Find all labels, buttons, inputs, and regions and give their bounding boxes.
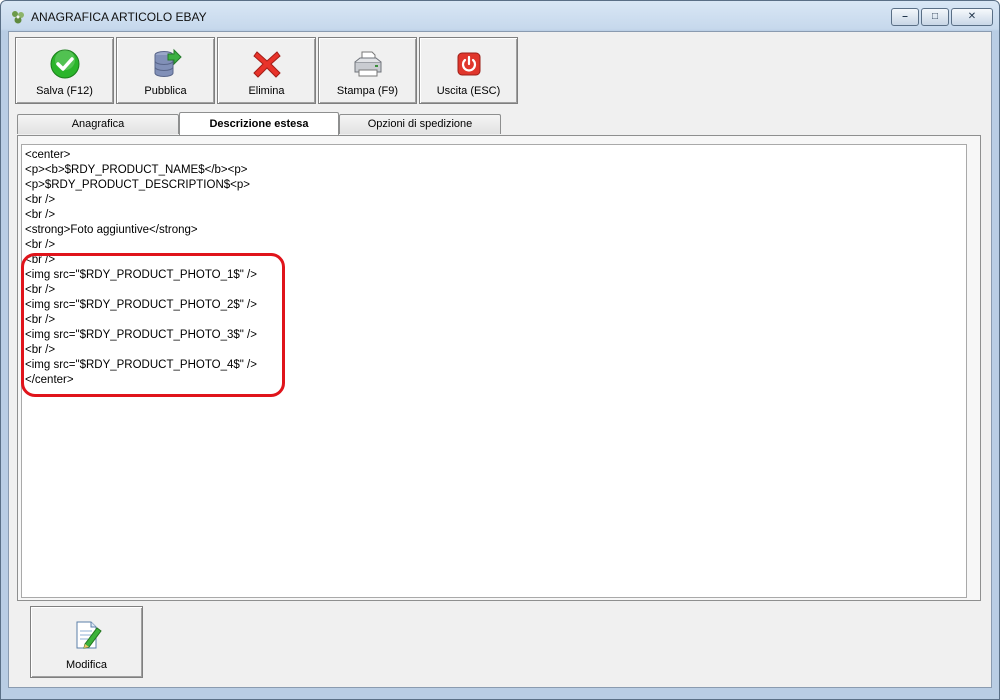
toolbar: Salva (F12) Pubblica Elimina Stampa (F9)… xyxy=(15,37,518,104)
code-line: <p><b>$RDY_PRODUCT_NAME$</b><p> xyxy=(25,164,248,176)
exit-button[interactable]: Uscita (ESC) xyxy=(419,37,518,104)
tab-descrizione-estesa[interactable]: Descrizione estesa xyxy=(179,112,339,135)
exit-label: Uscita (ESC) xyxy=(436,85,501,97)
close-button[interactable]: ✕ xyxy=(951,8,993,26)
code-line: <br /> xyxy=(25,239,56,251)
client-area: Salva (F12) Pubblica Elimina Stampa (F9)… xyxy=(8,31,992,688)
print-label: Stampa (F9) xyxy=(336,85,399,97)
edit-label: Modifica xyxy=(66,659,107,671)
minimize-button[interactable]: – xyxy=(891,8,919,26)
window-title: ANAGRAFICA ARTICOLO EBAY xyxy=(31,10,207,24)
publish-button[interactable]: Pubblica xyxy=(116,37,215,104)
edit-document-icon xyxy=(76,621,102,649)
caption-buttons: – □ ✕ xyxy=(891,8,993,26)
database-export-icon xyxy=(154,48,182,77)
code-line: </center> xyxy=(25,374,74,386)
publish-label: Pubblica xyxy=(144,85,187,97)
app-icon xyxy=(12,11,24,24)
tab-anagrafica[interactable]: Anagrafica xyxy=(17,114,179,134)
delete-button[interactable]: Elimina xyxy=(217,37,316,104)
code-line: <br /> xyxy=(25,314,56,326)
save-button[interactable]: Salva (F12) xyxy=(15,37,114,104)
code-line: <br /> xyxy=(25,194,56,206)
print-button[interactable]: Stampa (F9) xyxy=(318,37,417,104)
description-editor[interactable]: <center> <p><b>$RDY_PRODUCT_NAME$</b><p> <… xyxy=(21,144,967,598)
code-line: <img src="$RDY_PRODUCT_PHOTO_1$" /> xyxy=(25,269,257,281)
tab-opzioni-spedizione[interactable]: Opzioni di spedizione xyxy=(339,114,501,134)
code-line: <br /> xyxy=(25,344,56,356)
code-line: <strong>Foto aggiuntive</strong> xyxy=(25,224,198,236)
code-line: <br /> xyxy=(25,284,56,296)
code-line: <br /> xyxy=(25,254,56,266)
title-bar[interactable]: ANAGRAFICA ARTICOLO EBAY – □ ✕ xyxy=(1,1,999,31)
code-line: <br /> xyxy=(25,209,56,221)
delete-label: Elimina xyxy=(248,85,285,97)
delete-x-icon xyxy=(252,51,281,78)
code-line: <p>$RDY_PRODUCT_DESCRIPTION$<p> xyxy=(25,179,250,191)
app-window: ANAGRAFICA ARTICOLO EBAY – □ ✕ Salva (F1… xyxy=(0,0,1000,700)
code-line: <img src="$RDY_PRODUCT_PHOTO_2$" /> xyxy=(25,299,257,311)
save-label: Salva (F12) xyxy=(36,85,93,97)
code-line: <img src="$RDY_PRODUCT_PHOTO_3$" /> xyxy=(25,329,257,341)
checkmark-icon xyxy=(50,49,79,79)
edit-button[interactable]: Modifica xyxy=(30,606,143,678)
maximize-button[interactable]: □ xyxy=(921,8,949,26)
printer-icon xyxy=(354,51,381,77)
code-line: <img src="$RDY_PRODUCT_PHOTO_4$" /> xyxy=(25,359,257,371)
code-line: <center> xyxy=(25,149,71,161)
power-icon xyxy=(457,52,480,76)
